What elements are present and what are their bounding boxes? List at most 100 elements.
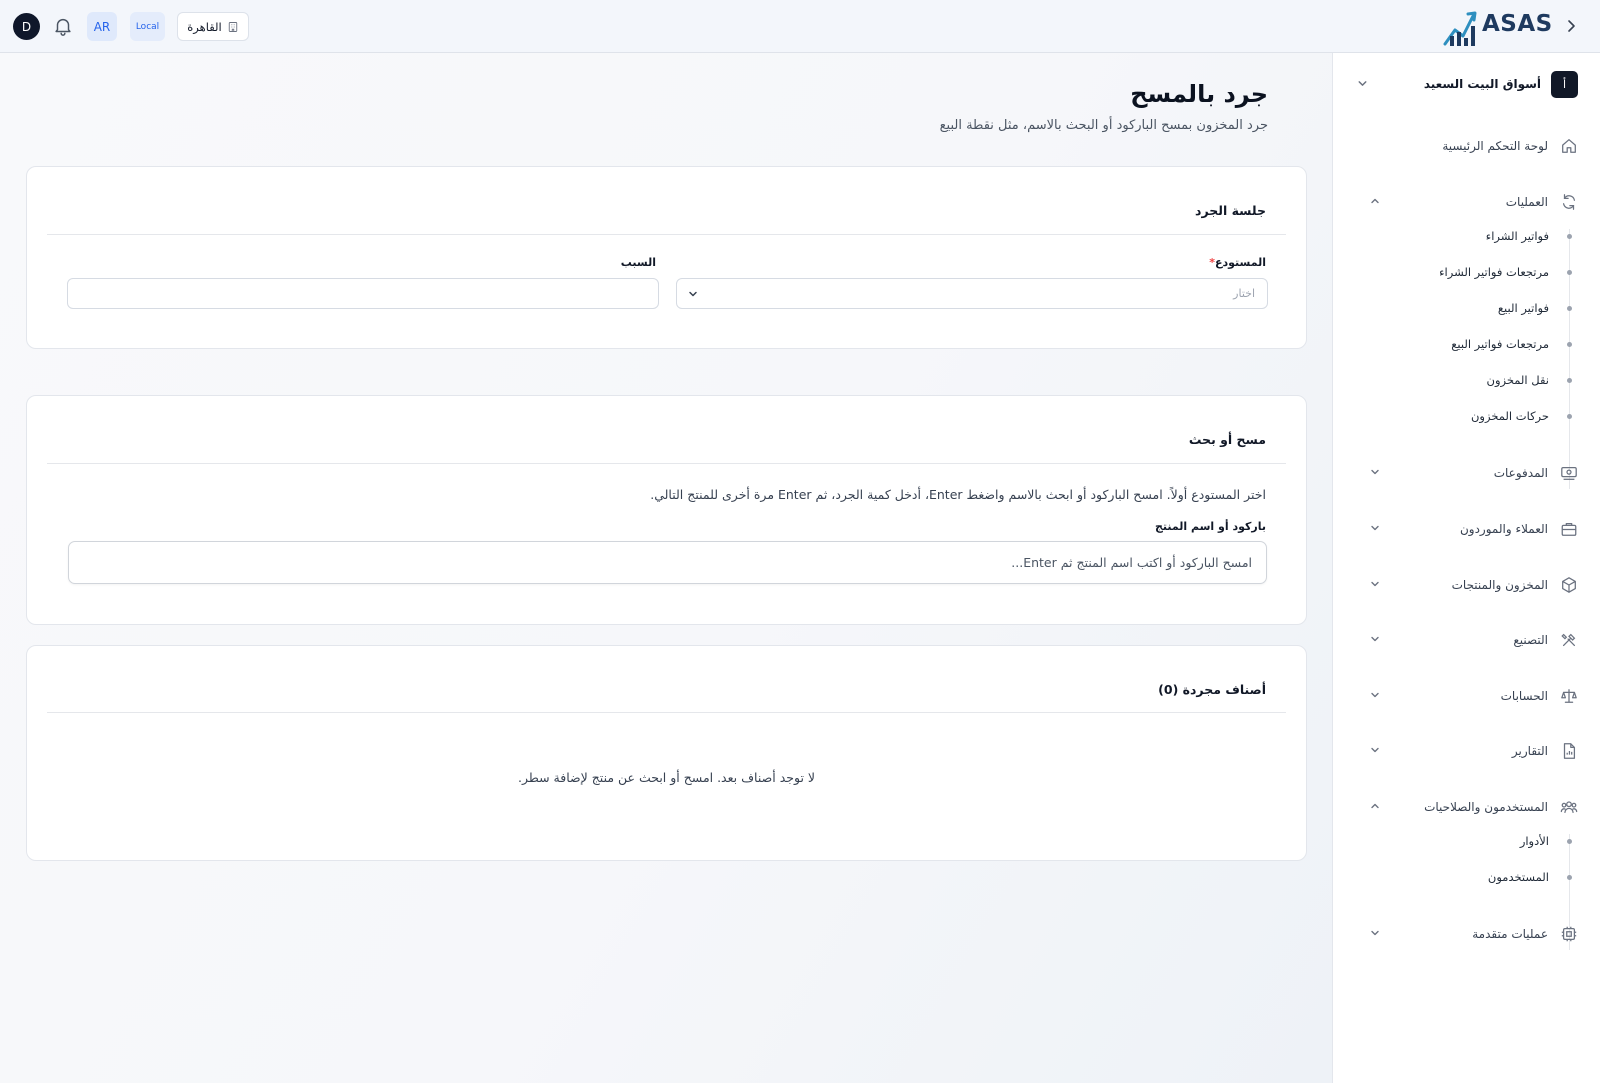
- sidebar-item-purchase-invoices[interactable]: فواتير الشراء: [1486, 226, 1549, 246]
- brand-name: ASAS: [1482, 11, 1553, 37]
- scan-input-label: باركود أو اسم المنتج: [1154, 520, 1266, 533]
- chevron-down-icon[interactable]: [1356, 77, 1369, 90]
- sidebar-item-reports[interactable]: التقارير: [1355, 739, 1578, 763]
- submenu-dot: [1567, 875, 1572, 880]
- sidebar-item-label: المخزون والمنتجات: [1451, 578, 1548, 592]
- chevron-down-icon: [1371, 469, 1379, 475]
- language-label: AR: [93, 19, 111, 34]
- submenu-dot: [1567, 378, 1572, 383]
- submenu-dot: [1567, 414, 1572, 419]
- company-name: أسواق البيت السعيد: [1423, 77, 1541, 91]
- scan-help-text: اختر المستودع أولاً. امسح الباركود أو اب…: [650, 487, 1266, 502]
- submenu-dot: [1567, 342, 1572, 347]
- tools-icon: [1561, 633, 1576, 647]
- avatar-initial: D: [21, 19, 32, 34]
- sub-item-label: مرتجعات فواتير البيع: [1451, 337, 1549, 351]
- sidebar-item-users-permissions[interactable]: المستخدمون والصلاحيات: [1355, 795, 1578, 819]
- scan-card-title: مسح أو بحث: [1188, 432, 1266, 447]
- chevron-down-icon: [1371, 525, 1379, 531]
- sidebar-item-stock-movements[interactable]: حركات المخزون: [1471, 406, 1549, 426]
- sub-item-label: فواتير الشراء: [1485, 229, 1549, 243]
- page-title: جرد بالمسح: [1130, 80, 1268, 108]
- warehouse-select[interactable]: اختار: [676, 278, 1268, 309]
- sidebar-item-advanced-operations[interactable]: عمليات متقدمة: [1355, 922, 1578, 946]
- cpu-icon: [1561, 926, 1577, 942]
- submenu-dot: [1567, 306, 1572, 311]
- home-icon: [1562, 139, 1576, 153]
- chevron-down-icon: [1371, 747, 1379, 753]
- chevron-up-icon: [1371, 803, 1379, 809]
- sidebar-item-label: العملاء والموردون: [1459, 522, 1548, 536]
- box-icon: [1562, 577, 1576, 593]
- user-avatar[interactable]: D: [13, 13, 40, 40]
- empty-state-text: لا توجد أصناف بعد. امسح أو ابحث عن منتج …: [517, 770, 816, 785]
- scale-icon: [1561, 689, 1577, 703]
- sidebar-item-manufacturing[interactable]: التصنيع: [1355, 628, 1578, 652]
- sidebar-item-roles[interactable]: الأدوار: [1520, 831, 1549, 851]
- sidebar-item-customers-suppliers[interactable]: العملاء والموردون: [1355, 517, 1578, 541]
- session-card: جلسة الجرد المستودع* اختار السبب: [26, 166, 1307, 349]
- warehouse-label-text: المستودع: [1214, 256, 1266, 269]
- sidebar-item-label: العمليات: [1505, 195, 1548, 209]
- warehouse-label: المستودع*: [1209, 256, 1266, 269]
- counted-items-card: أصناف مجردة (0) لا توجد أصناف بعد. امسح …: [26, 645, 1307, 861]
- sidebar-item-stock-transfer[interactable]: نقل المخزون: [1487, 370, 1550, 390]
- sidebar-item-dashboard[interactable]: لوحة التحكم الرئيسية: [1355, 134, 1578, 158]
- sub-item-label: المستخدمون: [1487, 870, 1549, 884]
- submenu-dot: [1567, 839, 1572, 844]
- environment-label: Local: [135, 21, 160, 32]
- divider: [47, 463, 1286, 464]
- page-subtitle: جرد المخزون بمسح الباركود أو البحث بالاس…: [939, 118, 1268, 133]
- chevron-down-icon: [689, 291, 697, 297]
- sidebar-item-users[interactable]: المستخدمون: [1488, 867, 1549, 887]
- divider: [47, 712, 1286, 713]
- sidebar-item-label: التصنيع: [1513, 633, 1548, 647]
- sidebar-item-label: عمليات متقدمة: [1472, 927, 1548, 941]
- users-icon: [1560, 801, 1578, 814]
- sub-item-label: نقل المخزون: [1486, 373, 1550, 387]
- sidebar-item-label: التقارير: [1511, 744, 1548, 758]
- sidebar-item-label: الحسابات: [1500, 689, 1548, 703]
- chevron-right-icon[interactable]: [1561, 16, 1581, 36]
- warehouse-placeholder: اختار: [1233, 287, 1255, 300]
- report-icon: [1563, 743, 1576, 759]
- chevron-down-icon: [1371, 581, 1379, 587]
- sidebar-item-label: لوحة التحكم الرئيسية: [1442, 139, 1548, 153]
- sub-item-label: فواتير البيع: [1497, 301, 1549, 315]
- payments-icon: [1561, 466, 1577, 480]
- company-initial: أ: [1562, 77, 1567, 91]
- sub-item-label: حركات المخزون: [1470, 409, 1549, 423]
- counted-items-title: أصناف مجردة (0): [1158, 682, 1266, 697]
- building-icon: [228, 21, 237, 32]
- scan-card: مسح أو بحث اختر المستودع أولاً. امسح الب…: [26, 395, 1307, 625]
- company-switcher[interactable]: أ أسواق البيت السعيد: [1355, 69, 1578, 99]
- sidebar-item-sales-invoices[interactable]: فواتير البيع: [1498, 298, 1549, 318]
- bell-icon[interactable]: [52, 15, 74, 37]
- sidebar-item-operations[interactable]: العمليات: [1355, 190, 1578, 214]
- reason-label: السبب: [620, 256, 656, 269]
- branch-selector[interactable]: القاهرة: [177, 12, 249, 41]
- sidebar-item-accounts[interactable]: الحسابات: [1355, 684, 1578, 708]
- company-logo: أ: [1551, 70, 1578, 98]
- language-toggle[interactable]: AR: [87, 12, 117, 41]
- barcode-search-input[interactable]: امسح الباركود أو اكتب اسم المنتج ثم Ente…: [68, 541, 1267, 584]
- sub-item-label: الأدوار: [1519, 834, 1549, 848]
- briefcase-icon: [1561, 522, 1577, 536]
- sidebar-item-label: المستخدمون والصلاحيات: [1424, 800, 1548, 814]
- chevron-up-icon: [1371, 198, 1379, 204]
- divider: [47, 234, 1286, 235]
- sidebar-item-sales-returns[interactable]: مرتجعات فواتير البيع: [1451, 334, 1549, 354]
- environment-badge: Local: [130, 12, 165, 41]
- submenu-dot: [1567, 270, 1572, 275]
- refresh-icon: [1562, 194, 1576, 210]
- submenu-line: [1569, 229, 1570, 489]
- top-bar: D AR Local القاهرة ASAS: [0, 0, 1600, 53]
- sidebar-item-purchase-returns[interactable]: مرتجعات فواتير الشراء: [1439, 262, 1549, 282]
- sidebar-item-inventory-products[interactable]: المخزون والمنتجات: [1355, 573, 1578, 597]
- sidebar: أ أسواق البيت السعيد لوحة التحكم الرئيسي…: [1332, 53, 1600, 1083]
- reason-input[interactable]: [67, 278, 659, 309]
- session-card-title: جلسة الجرد: [1195, 203, 1266, 218]
- chevron-down-icon: [1371, 636, 1379, 642]
- sub-item-label: مرتجعات فواتير الشراء: [1439, 265, 1549, 279]
- sidebar-item-payments[interactable]: المدفوعات: [1355, 461, 1578, 485]
